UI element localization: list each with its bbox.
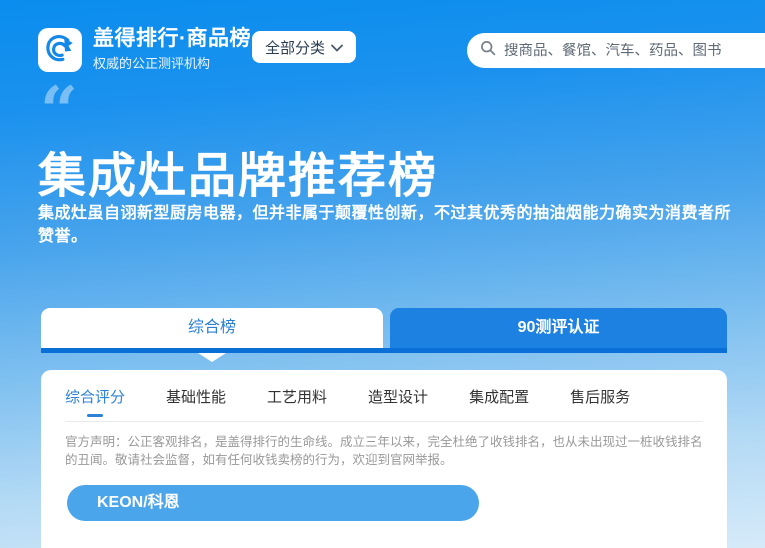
brand-logo[interactable] — [38, 28, 82, 72]
brand-block: 盖得排行·商品榜 权威的公正测评机构 — [93, 26, 251, 72]
lion-icon — [43, 31, 77, 70]
tab-90-certification[interactable]: 90测评认证 — [390, 308, 727, 348]
subtab-label: 基础性能 — [166, 389, 226, 406]
brand-title: 盖得排行·商品榜 — [93, 26, 251, 52]
brand-item-keon[interactable]: KEON/科恩 — [67, 485, 479, 521]
all-categories-button[interactable]: 全部分类 — [252, 31, 356, 63]
subtab-label: 造型设计 — [368, 389, 428, 406]
tab-underline-bar — [41, 348, 727, 353]
score-subtabs: 综合评分 基础性能 工艺用料 造型设计 集成配置 售后服务 — [65, 384, 703, 421]
subtab-integrated-config[interactable]: 集成配置 — [469, 386, 529, 421]
page-background: 盖得排行·商品榜 权威的公正测评机构 全部分类 “ 集成灶品牌推荐榜 集成灶虽自… — [0, 0, 765, 548]
page-title: 集成灶品牌推荐榜 — [38, 136, 438, 206]
subtab-basic-performance[interactable]: 基础性能 — [166, 386, 226, 421]
active-subtab-dash — [87, 414, 103, 417]
search-icon — [480, 40, 496, 61]
all-categories-label: 全部分类 — [265, 37, 325, 58]
subtab-label: 集成配置 — [469, 389, 529, 406]
brand-subtitle: 权威的公正测评机构 — [93, 56, 251, 72]
subtab-label: 工艺用料 — [267, 389, 327, 406]
subtab-craft-materials[interactable]: 工艺用料 — [267, 386, 327, 421]
subtab-after-sales[interactable]: 售后服务 — [570, 386, 630, 421]
subtab-label: 综合评分 — [65, 389, 125, 406]
search-box[interactable] — [467, 33, 765, 68]
chevron-down-icon — [331, 39, 343, 56]
content-card: 综合评分 基础性能 工艺用料 造型设计 集成配置 售后服务 官方声明：公正客观排… — [41, 370, 727, 548]
subtab-label: 售后服务 — [570, 389, 630, 406]
page-description: 集成灶虽自诩新型厨房电器，但并非属于颠覆性创新，不过其优秀的抽油烟能力确实为消费… — [38, 202, 744, 248]
subtabs-divider — [65, 421, 703, 422]
search-input[interactable] — [504, 43, 765, 59]
opening-quote-mark: “ — [40, 78, 78, 144]
official-statement: 官方声明：公正客观排名，是盖得排行的生命线。成立三年以来，完全杜绝了收钱排名，也… — [65, 433, 703, 469]
tab-overall-ranking[interactable]: 综合榜 — [41, 308, 383, 348]
active-tab-notch — [198, 353, 226, 362]
subtab-overall-score[interactable]: 综合评分 — [65, 386, 125, 421]
subtab-styling-design[interactable]: 造型设计 — [368, 386, 428, 421]
